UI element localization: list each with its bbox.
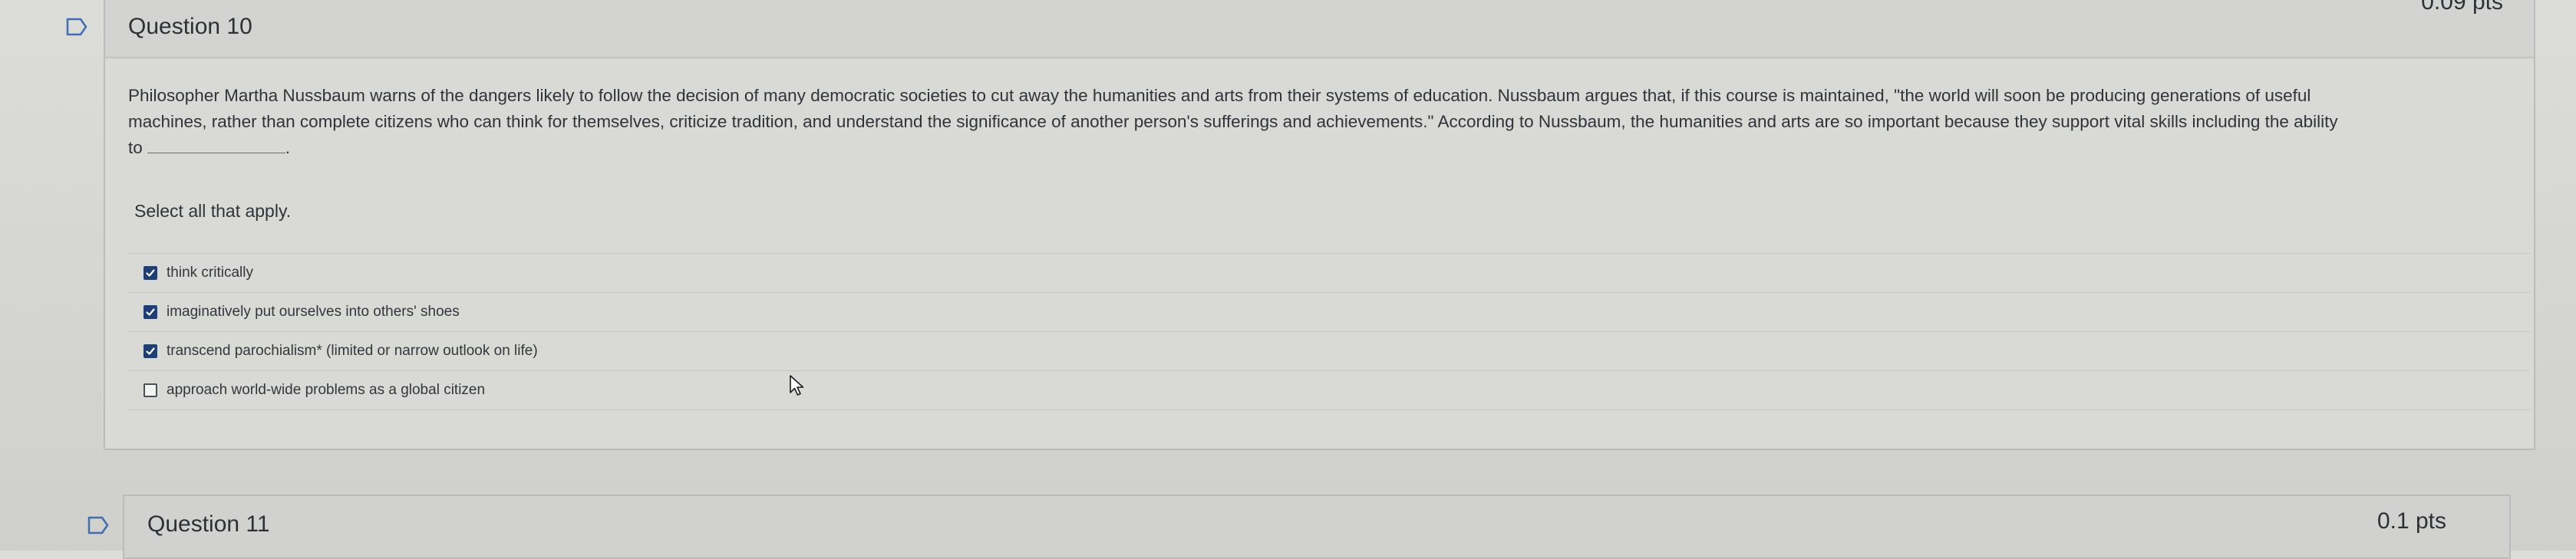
fill-in-blank [147,139,285,153]
question-title: Question 11 [147,511,270,537]
checkmark-icon [146,269,155,277]
answer-option[interactable]: transcend parochialism* (limited or narr… [128,331,2530,370]
flag-question-11-icon[interactable] [87,515,110,535]
checkbox[interactable] [143,344,157,358]
answer-option[interactable]: approach world-wide problems as a global… [128,370,2530,410]
answer-label: transcend parochialism* (limited or narr… [167,343,538,359]
answer-option[interactable]: imaginatively put ourselves into others'… [128,292,2530,331]
checkbox[interactable] [143,305,157,319]
question-title: Question 10 [128,14,252,39]
checkmark-icon [146,308,155,316]
checkbox[interactable] [143,383,157,397]
question-prompt: Philosopher Martha Nussbaum warns of the… [128,83,2522,161]
prompt-line: Philosopher Martha Nussbaum warns of the… [128,86,2311,105]
prompt-text: to [128,138,143,157]
question-points: 0.09 pts [2421,0,2503,15]
question-points: 0.1 pts [2376,508,2446,534]
prompt-line: machines, rather than complete citizens … [128,112,2338,131]
mouse-pointer-icon [789,374,806,397]
instruction-text: Select all that apply. [134,201,292,221]
prompt-text: . [285,138,291,157]
answer-list: think critically imaginatively put ourse… [128,253,2530,410]
question-10-card: Question 10 0.09 pts Philosopher Martha … [104,0,2535,450]
answer-option[interactable]: think critically [128,253,2530,292]
question-10-header: Question 10 0.09 pts [105,0,2534,58]
flag-question-10-icon[interactable] [65,17,88,37]
question-11-card: Question 11 0.1 pts [123,495,2511,559]
prompt-line: to. [128,135,2522,161]
answer-label: imaginatively put ourselves into others'… [167,304,460,320]
checkbox[interactable] [143,266,157,280]
checkmark-icon [146,347,155,355]
answer-label: approach world-wide problems as a global… [167,382,486,398]
answer-label: think critically [167,265,253,281]
